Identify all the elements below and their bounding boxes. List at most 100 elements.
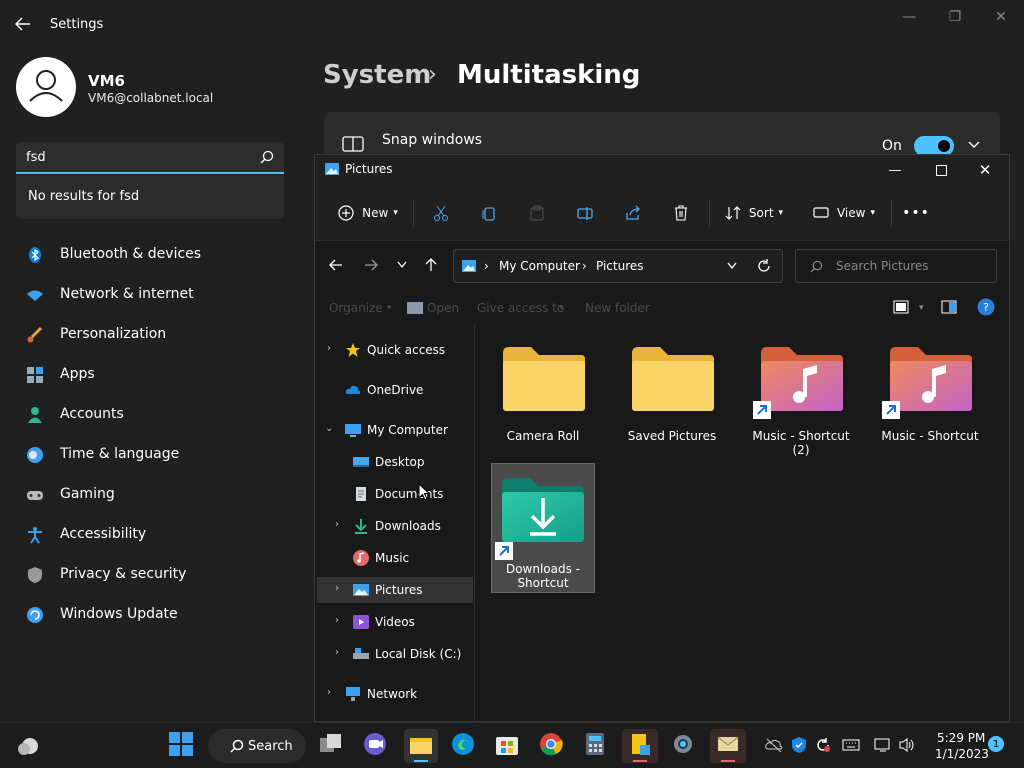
open-icon xyxy=(407,302,423,314)
folder-tile-camera-roll[interactable]: Camera Roll xyxy=(491,337,595,463)
mail-app-icon[interactable] xyxy=(710,729,746,763)
restore-button[interactable]: ❐ xyxy=(932,6,978,28)
close-button[interactable]: ✕ xyxy=(978,6,1024,28)
keyboard-icon[interactable] xyxy=(842,738,860,752)
taskbar-search-button[interactable]: Search xyxy=(208,729,306,763)
chrome-icon[interactable] xyxy=(538,731,568,761)
chevron-down-icon[interactable]: ⌄ xyxy=(325,423,333,434)
store-icon[interactable] xyxy=(494,731,524,761)
close-button[interactable]: ✕ xyxy=(973,159,997,181)
nav-item-personalization[interactable]: Personalization xyxy=(20,316,280,352)
chevron-down-icon[interactable] xyxy=(726,261,738,271)
search-icon[interactable] xyxy=(260,150,274,164)
refresh-icon[interactable] xyxy=(757,259,771,273)
avatar[interactable] xyxy=(16,57,76,117)
chevron-right-icon[interactable]: › xyxy=(335,647,339,658)
cut-button[interactable] xyxy=(429,199,453,227)
minimize-button[interactable]: — xyxy=(883,159,907,181)
nav-item-accounts[interactable]: Accounts xyxy=(20,396,280,432)
chevron-down-icon[interactable] xyxy=(968,138,980,150)
clock-time[interactable]: 5:29 PM xyxy=(937,731,985,745)
breadcrumb-parent[interactable]: System xyxy=(323,60,431,90)
back-arrow-icon[interactable] xyxy=(14,16,34,32)
cloud-offline-icon[interactable] xyxy=(765,737,783,753)
file-explorer-taskbar-icon[interactable] xyxy=(404,729,438,763)
tree-item-desktop[interactable]: Desktop xyxy=(315,449,471,475)
tree-item-local-disk[interactable]: › Local Disk (C:) xyxy=(315,641,471,667)
shortcut-tile-downloads[interactable]: Downloads - Shortcut xyxy=(491,463,595,593)
address-bar[interactable]: › My Computer › Pictures xyxy=(453,249,783,283)
sync-icon[interactable] xyxy=(814,736,832,754)
explorer-search-input[interactable]: Search Pictures xyxy=(795,249,997,283)
nav-item-privacy[interactable]: Privacy & security xyxy=(20,556,280,592)
minimize-button[interactable]: — xyxy=(886,6,932,28)
calculator-icon[interactable] xyxy=(582,731,612,761)
new-folder-button[interactable]: New folder xyxy=(585,301,650,315)
doc-app-icon[interactable] xyxy=(622,729,658,763)
chevron-right-icon[interactable]: › xyxy=(335,519,339,530)
preview-pane-icon[interactable] xyxy=(893,299,909,315)
forward-arrow-icon[interactable] xyxy=(364,258,378,272)
nav-item-network[interactable]: Network & internet xyxy=(20,276,280,312)
tree-item-my-computer[interactable]: ⌄ My Computer xyxy=(315,417,471,443)
nav-item-windows-update[interactable]: Windows Update xyxy=(20,596,280,632)
navigation-pane: › Quick access OneDrive ⌄ My Computer De… xyxy=(315,324,475,722)
notification-badge[interactable]: 1 xyxy=(988,736,1004,752)
address-segment-root[interactable]: My Computer xyxy=(499,259,580,273)
volume-icon[interactable] xyxy=(898,737,916,753)
settings-gear-icon[interactable] xyxy=(670,731,700,761)
tree-item-pictures[interactable]: › Pictures xyxy=(317,577,473,603)
start-button[interactable] xyxy=(168,731,198,761)
up-arrow-icon[interactable] xyxy=(424,258,438,272)
tree-item-network[interactable]: › Network xyxy=(315,681,471,707)
nav-item-gaming[interactable]: Gaming xyxy=(20,476,280,512)
sort-button[interactable]: Sort ▾ xyxy=(723,199,785,227)
chevron-right-icon[interactable]: › xyxy=(327,343,331,354)
chevron-right-icon[interactable]: › xyxy=(335,615,339,626)
tree-item-downloads[interactable]: › Downloads xyxy=(315,513,471,539)
paste-button[interactable] xyxy=(525,199,549,227)
weather-icon[interactable] xyxy=(16,735,42,757)
tree-item-onedrive[interactable]: OneDrive xyxy=(315,377,471,403)
folder-tile-saved-pictures[interactable]: Saved Pictures xyxy=(620,337,724,463)
recent-locations-chevron-icon[interactable] xyxy=(396,260,408,270)
explorer-titlebar[interactable]: Pictures — ✕ xyxy=(315,155,1009,185)
task-view-icon[interactable] xyxy=(318,731,348,761)
chevron-right-icon[interactable]: › xyxy=(335,583,339,594)
drive-icon xyxy=(353,646,369,662)
shortcut-arrow-icon xyxy=(495,542,513,560)
clock-date[interactable]: 1/1/2023 xyxy=(935,747,989,761)
snap-windows-toggle[interactable] xyxy=(914,136,954,156)
new-button[interactable]: New ▾ xyxy=(335,199,401,227)
delete-button[interactable] xyxy=(669,199,693,227)
open-menu[interactable]: Open xyxy=(427,301,459,315)
tree-item-quick-access[interactable]: › Quick access xyxy=(315,337,471,363)
back-arrow-icon[interactable] xyxy=(329,258,343,272)
address-segment-current[interactable]: Pictures xyxy=(596,259,644,273)
defender-shield-icon[interactable] xyxy=(790,736,808,754)
teams-chat-icon[interactable] xyxy=(362,731,392,761)
nav-item-bluetooth[interactable]: Bluetooth & devices xyxy=(20,236,280,272)
more-options-icon[interactable]: ••• xyxy=(902,199,929,227)
shortcut-tile-music-2[interactable]: Music - Shortcut (2) xyxy=(749,337,853,463)
help-icon[interactable]: ? xyxy=(977,298,995,316)
edge-icon[interactable] xyxy=(450,731,480,761)
settings-search-input[interactable]: fsd xyxy=(16,142,284,174)
rename-button[interactable] xyxy=(573,199,597,227)
tree-item-documents[interactable]: Documents xyxy=(315,481,471,507)
maximize-button[interactable] xyxy=(929,159,953,181)
shortcut-tile-music[interactable]: Music - Shortcut xyxy=(878,337,982,463)
network-monitor-icon[interactable] xyxy=(874,737,892,753)
nav-item-apps[interactable]: Apps xyxy=(20,356,280,392)
tree-item-videos[interactable]: › Videos xyxy=(315,609,471,635)
nav-item-accessibility[interactable]: Accessibility xyxy=(20,516,280,552)
chevron-right-icon[interactable]: › xyxy=(327,687,331,698)
organize-menu[interactable]: Organize xyxy=(329,301,383,315)
copy-button[interactable] xyxy=(477,199,501,227)
nav-item-time-language[interactable]: Time & language xyxy=(20,436,280,472)
tree-item-music[interactable]: Music xyxy=(315,545,471,571)
share-button[interactable] xyxy=(621,199,645,227)
view-button[interactable]: View ▾ xyxy=(811,199,877,227)
details-pane-icon[interactable] xyxy=(941,299,957,315)
give-access-menu[interactable]: Give access to xyxy=(477,301,564,315)
